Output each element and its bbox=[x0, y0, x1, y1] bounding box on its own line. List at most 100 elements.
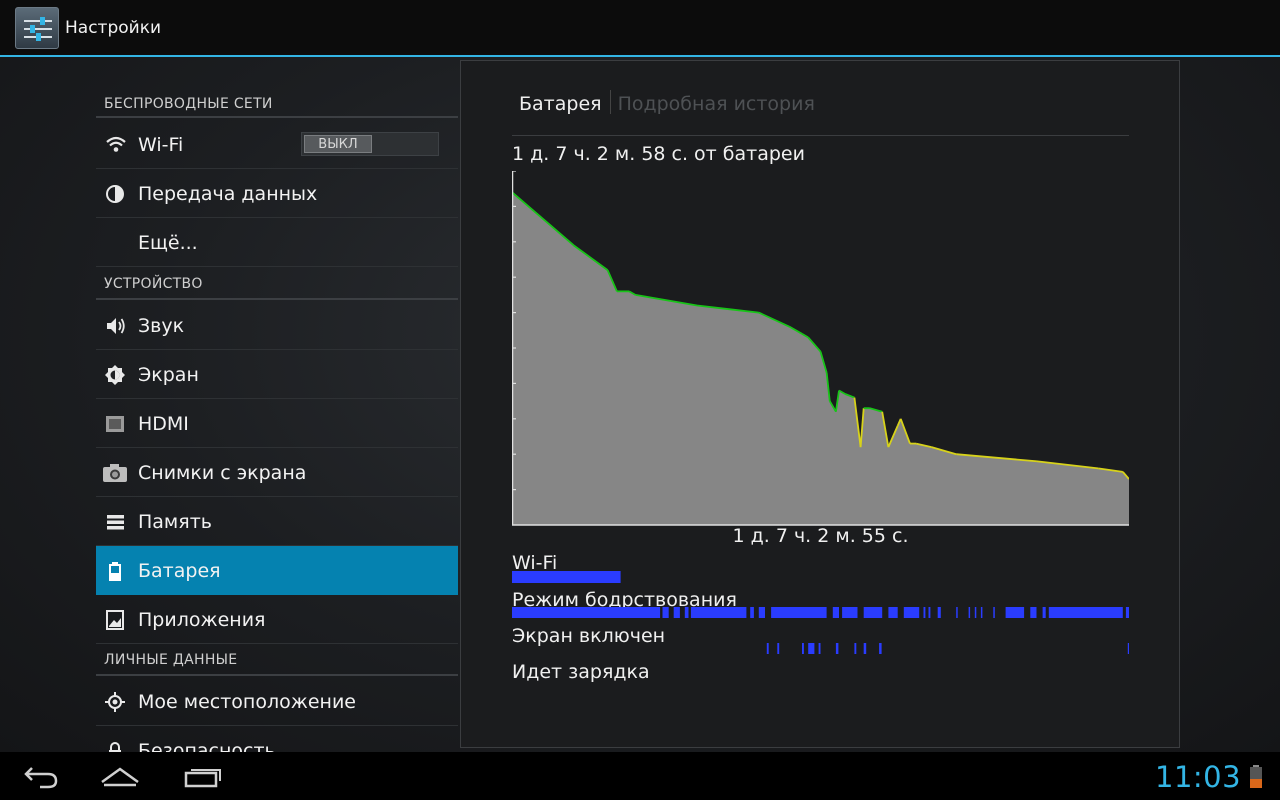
settings-item-label: Снимки с экрана bbox=[138, 462, 307, 484]
track-segment bbox=[888, 607, 898, 618]
settings-item-label: HDMI bbox=[138, 413, 189, 435]
chart-duration-label: 1 д. 7 ч. 2 м. 55 с. bbox=[732, 525, 909, 547]
data-usage-icon bbox=[106, 185, 124, 203]
home-icon[interactable] bbox=[100, 762, 140, 790]
track-bar-charging bbox=[512, 679, 1129, 691]
settings-item-label: Передача данных bbox=[138, 183, 318, 205]
track-segment bbox=[758, 607, 765, 618]
track-segment bbox=[808, 643, 815, 654]
track-segment bbox=[771, 607, 827, 618]
track-segment bbox=[684, 607, 689, 618]
track-segment bbox=[1048, 607, 1123, 618]
back-icon[interactable] bbox=[22, 762, 60, 790]
wifi-icon bbox=[106, 136, 126, 152]
battery-history-chart[interactable] bbox=[512, 171, 1129, 526]
settings-item-location[interactable]: Мое местоположение bbox=[96, 677, 458, 726]
apps-icon bbox=[106, 610, 124, 630]
recent-apps-icon[interactable] bbox=[182, 762, 222, 790]
action-bar: Настройки bbox=[0, 0, 1280, 57]
track-segment bbox=[1042, 607, 1046, 618]
track-segment bbox=[968, 607, 971, 618]
hdmi-icon bbox=[106, 416, 124, 432]
track-segment bbox=[766, 643, 769, 654]
track-segment bbox=[802, 643, 804, 654]
on-battery-duration: 1 д. 7 ч. 2 м. 58 с. от батареи bbox=[512, 143, 805, 165]
location-icon bbox=[105, 692, 125, 712]
track-segment bbox=[928, 607, 931, 618]
track-segment bbox=[974, 607, 977, 618]
track-segment bbox=[512, 607, 661, 618]
track-segment bbox=[956, 607, 958, 618]
settings-item-sound[interactable]: Звук bbox=[96, 301, 458, 350]
settings-item-more[interactable]: Ещё... bbox=[96, 218, 458, 267]
section-header-personal: ЛИЧНЫЕ ДАННЫЕ bbox=[96, 640, 458, 676]
track-segment bbox=[923, 607, 926, 618]
settings-item-battery[interactable]: Батарея bbox=[96, 546, 458, 595]
track-segment bbox=[835, 643, 839, 654]
battery-panel: Батарея Подробная история 1 д. 7 ч. 2 м. … bbox=[460, 60, 1180, 748]
section-header-device: УСТРОЙСТВО bbox=[96, 262, 458, 300]
track-segment bbox=[854, 643, 857, 654]
settings-item-label: Звук bbox=[138, 315, 185, 337]
settings-item-label: Память bbox=[138, 511, 212, 533]
speaker-icon bbox=[107, 318, 125, 334]
track-segment bbox=[863, 643, 867, 654]
storage-icon bbox=[107, 515, 124, 530]
track-segment bbox=[818, 643, 821, 654]
tabs-divider bbox=[512, 135, 1129, 136]
track-segment bbox=[750, 607, 754, 618]
settings-item-label: Батарея bbox=[138, 560, 221, 582]
settings-item-storage[interactable]: Память bbox=[96, 497, 458, 546]
settings-item-apps[interactable]: Приложения bbox=[96, 595, 458, 644]
settings-item-label: Ещё... bbox=[138, 232, 198, 254]
tab-detailed-history[interactable]: Подробная история bbox=[618, 93, 815, 115]
track-segment bbox=[1030, 607, 1037, 618]
track-segment bbox=[980, 607, 983, 618]
track-segment bbox=[777, 643, 780, 654]
settings-item-security[interactable]: Безопасность bbox=[96, 726, 458, 752]
track-segment bbox=[662, 607, 669, 618]
navigation-bar: 11:03 bbox=[0, 752, 1280, 800]
brightness-icon bbox=[105, 365, 125, 385]
wifi-toggle[interactable]: ВЫКЛ bbox=[301, 132, 439, 156]
settings-item-label: Wi-Fi bbox=[138, 134, 184, 156]
track-segment bbox=[879, 643, 882, 654]
settings-item-display[interactable]: Экран bbox=[96, 350, 458, 399]
settings-item-screenshots[interactable]: Снимки с экрана bbox=[96, 448, 458, 497]
battery-icon bbox=[109, 562, 121, 581]
status-clock: 11:03 bbox=[1155, 760, 1242, 794]
track-segment bbox=[690, 607, 747, 618]
track-segment bbox=[1125, 607, 1129, 618]
track-segment bbox=[1127, 643, 1129, 654]
settings-item-label: Экран bbox=[138, 364, 199, 386]
wifi-toggle-state: ВЫКЛ bbox=[304, 135, 372, 153]
settings-item-wifi[interactable]: Wi-Fi ВЫКЛ bbox=[96, 120, 458, 169]
status-battery-icon bbox=[1250, 765, 1262, 788]
track-segment bbox=[993, 607, 995, 618]
lock-icon bbox=[109, 742, 121, 752]
track-segment bbox=[863, 607, 883, 618]
section-header-wireless: БЕСПРОВОДНЫЕ СЕТИ bbox=[96, 80, 458, 118]
track-segment bbox=[832, 607, 839, 618]
settings-item-label: Безопасность bbox=[138, 740, 276, 752]
settings-sliders-icon[interactable] bbox=[15, 7, 59, 49]
settings-item-data-usage[interactable]: Передача данных bbox=[96, 169, 458, 218]
track-segment bbox=[937, 607, 941, 618]
tab-divider bbox=[609, 90, 611, 114]
camera-icon bbox=[103, 464, 127, 482]
battery-tabs: Батарея Подробная история bbox=[519, 90, 815, 116]
tab-battery[interactable]: Батарея bbox=[519, 93, 602, 115]
settings-item-hdmi[interactable]: HDMI bbox=[96, 399, 458, 448]
battery-level-area bbox=[512, 192, 1129, 525]
track-segment bbox=[673, 607, 680, 618]
track-segment bbox=[1005, 607, 1025, 618]
track-segment bbox=[903, 607, 920, 618]
track-segment bbox=[512, 571, 621, 583]
app-title: Настройки bbox=[65, 18, 162, 38]
settings-list: БЕСПРОВОДНЫЕ СЕТИ Wi-Fi ВЫКЛ Передача да… bbox=[96, 80, 458, 752]
track-bar-awake bbox=[512, 607, 1129, 618]
track-bar-screen-on bbox=[766, 643, 1129, 654]
track-segment bbox=[842, 607, 858, 618]
track-bar-wifi bbox=[512, 571, 621, 583]
settings-item-label: Приложения bbox=[138, 609, 266, 631]
